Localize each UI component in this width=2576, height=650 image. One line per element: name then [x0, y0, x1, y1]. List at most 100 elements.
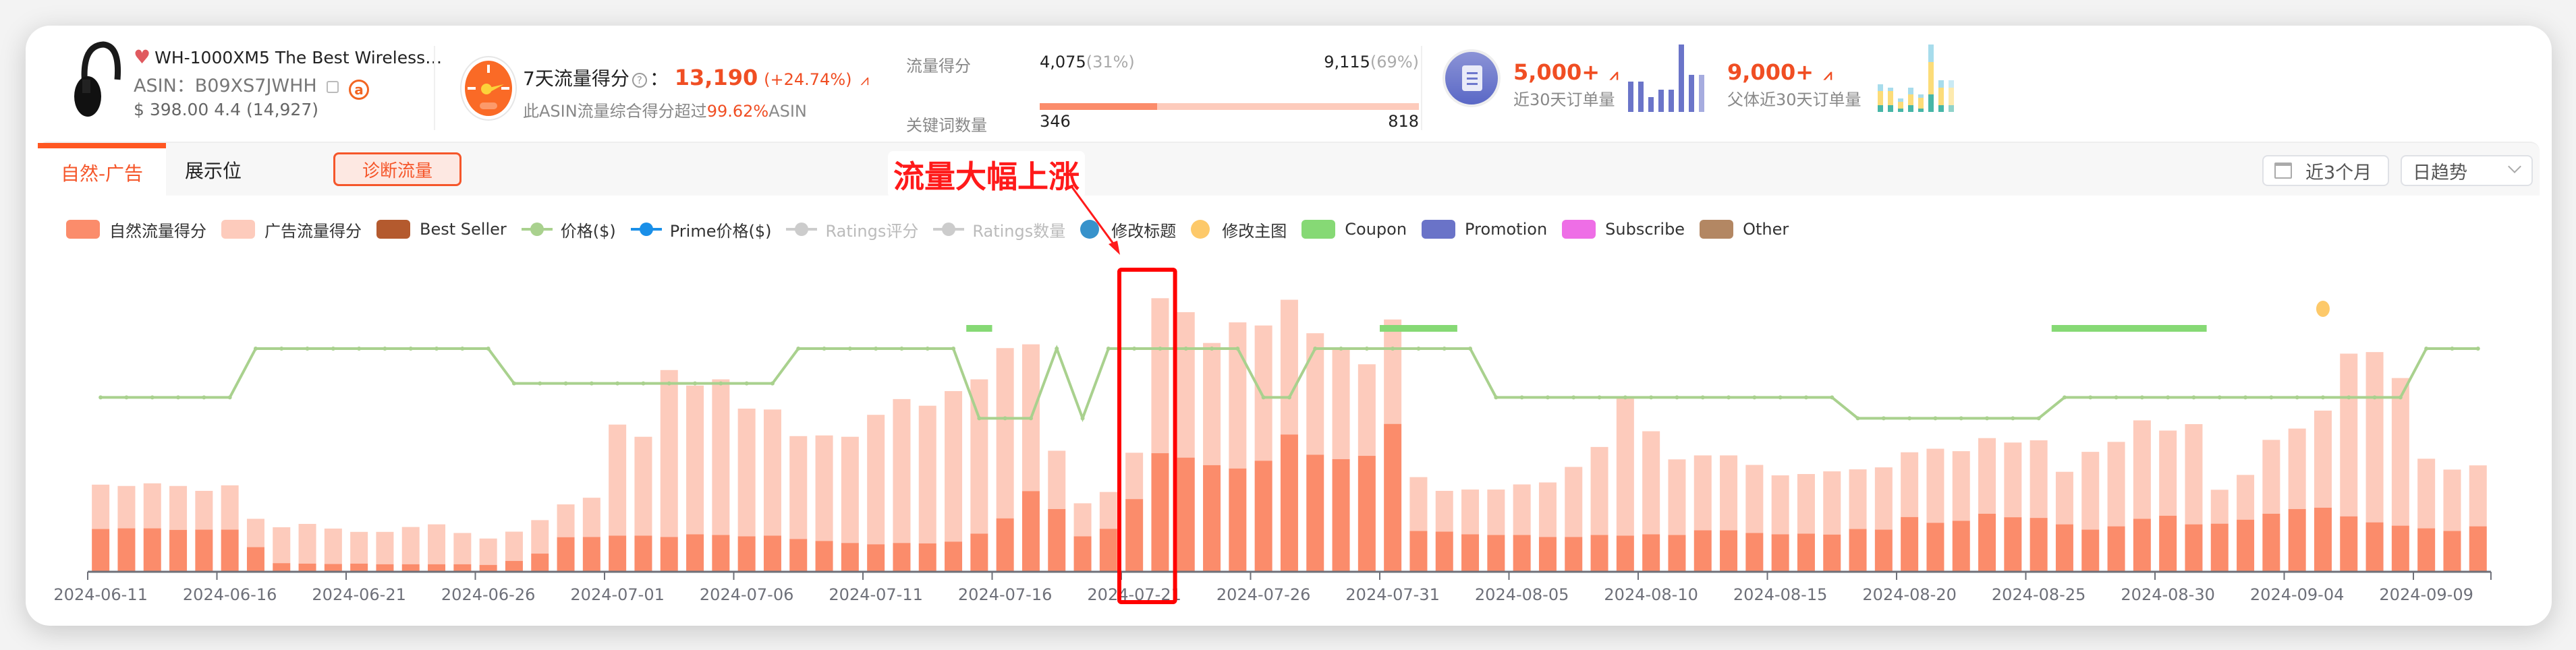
ad-score-bar	[2262, 440, 2280, 514]
ad-score-bar	[1487, 490, 1505, 535]
annotation-arrowhead	[1109, 241, 1120, 255]
organic-score-bar	[453, 564, 472, 572]
organic-score-bar	[841, 543, 859, 572]
organic-score-bar	[1384, 423, 1402, 572]
x-tick-label: 2024-07-11	[829, 585, 922, 604]
organic-score-bar	[401, 564, 420, 572]
ad-score-bar	[1409, 477, 1428, 531]
price-point	[1597, 395, 1602, 400]
organic-score-bar	[428, 564, 446, 572]
ad-score-bar	[1978, 438, 1996, 514]
organic-score-bar	[2391, 525, 2409, 572]
ad-score-bar	[1203, 343, 1221, 465]
price-point	[1080, 416, 1085, 421]
ad-score-bar	[453, 533, 472, 564]
ad-score-bar	[609, 424, 627, 536]
price-point	[1106, 347, 1111, 351]
price-point	[1752, 395, 1757, 400]
organic-score-bar	[505, 560, 523, 572]
price-point	[331, 347, 335, 351]
price-point	[2320, 395, 2325, 400]
ad-score-bar	[1745, 465, 1764, 533]
organic-score-bar	[970, 533, 988, 572]
price-point	[2475, 347, 2480, 351]
price-point	[899, 347, 904, 351]
traffic-chart: 2024-06-11 2024-06-16 2024-06-21 2024-06-26…	[53, 185, 2492, 604]
price-point	[1855, 416, 1860, 421]
ad-score-bar	[2417, 459, 2436, 529]
price-point	[1519, 395, 1524, 400]
price-point	[435, 347, 439, 351]
price-point	[2139, 395, 2144, 400]
ad-score-bar	[2443, 469, 2461, 531]
ad-score-bar	[221, 485, 239, 530]
price-point	[822, 347, 827, 351]
ad-score-bar	[660, 370, 678, 537]
organic-score-bar	[1099, 529, 1117, 572]
organic-score-bar	[350, 563, 368, 572]
ad-score-bar	[2159, 430, 2177, 516]
x-tick-label: 2024-08-05	[1475, 585, 1569, 604]
organic-score-bar	[945, 541, 963, 572]
price-point	[1778, 395, 1783, 400]
price-point	[2114, 395, 2119, 400]
ad-score-bar	[737, 409, 756, 537]
ad-score-bar	[1797, 473, 1815, 534]
price-point	[1235, 347, 1240, 351]
organic-score-bar	[2210, 523, 2229, 572]
ad-score-bar	[1874, 467, 1893, 530]
ad-score-bar	[273, 527, 291, 564]
ad-score-bar	[1668, 459, 1686, 535]
ad-score-bar	[686, 385, 704, 535]
price-point	[770, 381, 775, 386]
organic-score-bar	[2262, 513, 2280, 572]
organic-score-bar	[2055, 524, 2073, 572]
organic-score-bar	[92, 529, 110, 572]
x-tick-label: 2024-08-10	[1604, 585, 1698, 604]
price-point	[1416, 347, 1421, 351]
ad-score-bar	[169, 485, 188, 530]
ad-score-bar	[2029, 440, 2048, 519]
organic-score-bar	[2443, 531, 2461, 572]
organic-score-bar	[2237, 519, 2255, 572]
organic-score-bar	[1280, 434, 1298, 572]
price-point	[1881, 416, 1886, 421]
ad-score-bar	[324, 528, 342, 564]
x-tick-label: 2024-07-31	[1345, 585, 1439, 604]
organic-score-bar	[1693, 530, 1712, 572]
x-tick-label: 2024-06-21	[312, 585, 405, 604]
price-point	[1571, 395, 1576, 400]
organic-score-bar	[169, 529, 188, 572]
organic-score-bar	[1849, 529, 1867, 572]
ad-score-bar	[1332, 349, 1350, 459]
organic-score-bar	[1616, 535, 1634, 572]
ad-score-bar	[1048, 450, 1066, 509]
price-point	[925, 347, 930, 351]
price-point	[719, 381, 723, 386]
ad-score-bar	[1099, 492, 1117, 529]
price-point	[305, 347, 310, 351]
ad-score-bar	[2469, 465, 2487, 527]
ad-score-bar	[2340, 353, 2358, 516]
organic-score-bar	[246, 547, 264, 572]
ad-score-bar	[246, 519, 264, 548]
organic-score-bar	[298, 563, 316, 572]
organic-score-bar	[2159, 515, 2177, 572]
ad-score-bar	[1693, 455, 1712, 531]
price-point	[847, 347, 852, 351]
ad-score-bar	[1125, 452, 1144, 500]
ad-score-bar	[945, 391, 963, 542]
ad-score-bar	[557, 504, 575, 537]
ad-score-bar	[1901, 452, 1919, 517]
annotation-arrow	[1069, 185, 1118, 249]
price-point	[176, 395, 181, 400]
coupon-marker	[1380, 325, 1457, 332]
ad-score-bar	[1823, 471, 1841, 535]
organic-score-bar	[376, 564, 394, 572]
ad-score-bar	[479, 538, 497, 565]
organic-score-bar	[273, 563, 291, 572]
price-point	[2166, 395, 2171, 400]
organic-score-bar	[763, 535, 781, 572]
price-point	[2424, 347, 2429, 351]
price-point	[2269, 395, 2274, 400]
